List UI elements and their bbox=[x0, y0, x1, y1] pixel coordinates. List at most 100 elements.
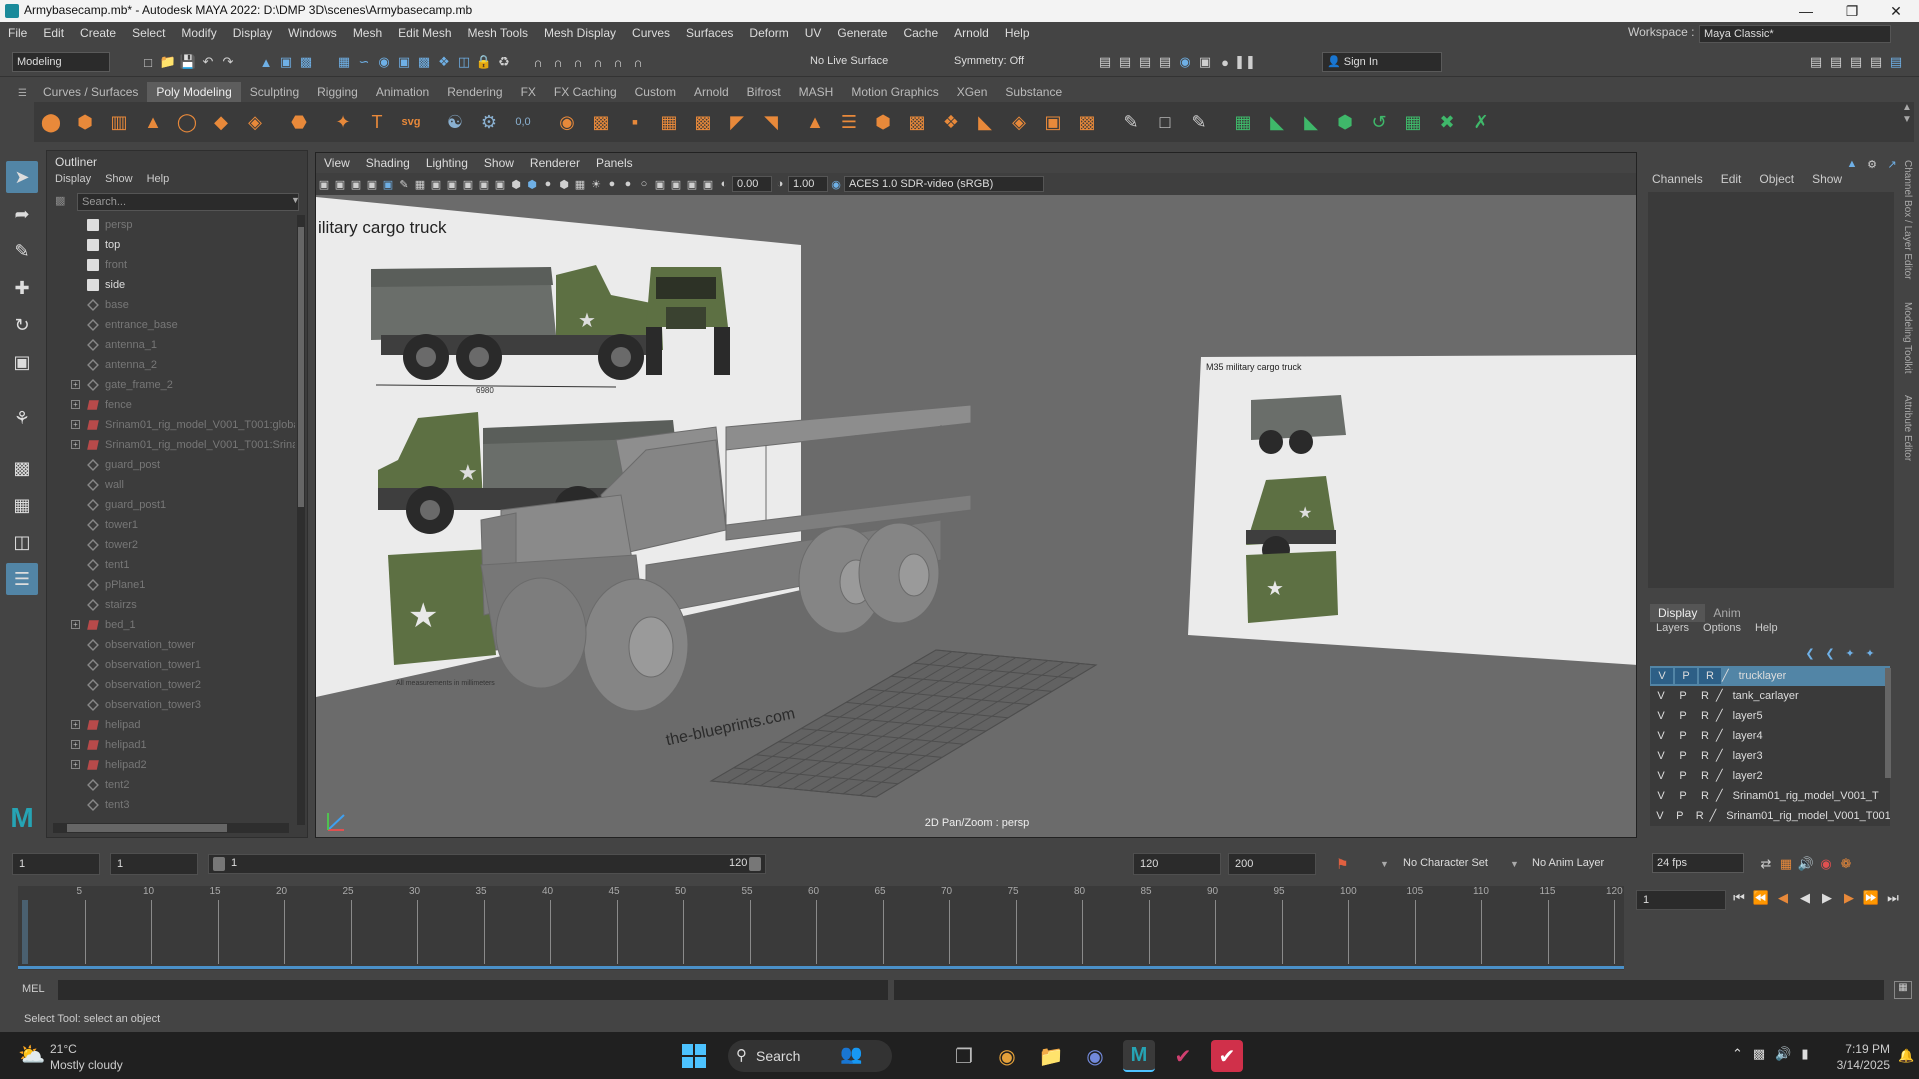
layer-color-icon[interactable]: ╱ bbox=[1716, 726, 1723, 746]
menu-edit[interactable]: Edit bbox=[35, 22, 72, 44]
outliner-item[interactable]: + gate_frame_2 bbox=[47, 375, 295, 395]
task-view-icon[interactable]: ❐ bbox=[948, 1040, 980, 1072]
step-forward-key-icon[interactable]: ⏩ bbox=[1860, 890, 1882, 906]
lock-icon[interactable]: 🔒 bbox=[474, 52, 494, 72]
expand-icon[interactable]: + bbox=[71, 740, 80, 749]
uv-layout-icon[interactable]: ▦ bbox=[1399, 108, 1427, 136]
two-view-icon[interactable]: ◫ bbox=[6, 526, 38, 558]
notifications-icon[interactable]: 🔔 bbox=[1898, 1048, 1914, 1064]
outliner-item[interactable]: side bbox=[47, 275, 295, 295]
end-time-field[interactable]: 200 bbox=[1228, 853, 1316, 875]
viewport-menu-view[interactable]: View bbox=[316, 153, 358, 173]
select-component-icon[interactable]: ▩ bbox=[296, 52, 316, 72]
menu-windows[interactable]: Windows bbox=[280, 22, 345, 44]
layer-toggle-r[interactable]: R bbox=[1694, 786, 1716, 806]
wireframe-icon[interactable]: ⬢ bbox=[508, 174, 524, 194]
go-start-icon[interactable]: ⏮ bbox=[1728, 890, 1750, 906]
platonic-icon[interactable]: ⬣ bbox=[285, 108, 313, 136]
outliner-item[interactable]: persp bbox=[47, 215, 295, 235]
channel-box-icon[interactable]: ▤ bbox=[1866, 52, 1886, 72]
sound-icon[interactable]: 🔊 bbox=[1796, 854, 1816, 874]
range-slider-bar[interactable]: 1 120 bbox=[208, 854, 766, 874]
time-slider[interactable]: 1 51015202530354045505560657075808590951… bbox=[18, 886, 1624, 970]
shelf-tab-sculpting[interactable]: Sculpting bbox=[241, 82, 308, 102]
uv-planar-icon[interactable]: ▦ bbox=[1229, 108, 1257, 136]
camera-select-icon[interactable]: ▣ bbox=[316, 174, 332, 194]
current-frame-indicator[interactable] bbox=[22, 900, 28, 964]
outliner-item[interactable]: entrance_base bbox=[47, 315, 295, 335]
layer-toggle-p[interactable]: P bbox=[1672, 746, 1694, 766]
clock-time[interactable]: 7:19 PM bbox=[1830, 1042, 1890, 1056]
menu-mesh[interactable]: Mesh bbox=[345, 22, 390, 44]
combine-icon[interactable]: ◉ bbox=[553, 108, 581, 136]
color-mgmt-icon[interactable]: ◉ bbox=[828, 174, 844, 194]
script-editor-icon[interactable]: ▦ bbox=[1894, 981, 1912, 999]
bridge-icon[interactable]: ☰ bbox=[835, 108, 863, 136]
poly-cone-icon[interactable]: ▲ bbox=[139, 108, 167, 136]
side-tab-channel-box-layer-editor[interactable]: Channel Box / Layer Editor bbox=[1902, 160, 1913, 280]
render-frame-icon[interactable]: ▤ bbox=[1095, 52, 1115, 72]
separate-icon[interactable]: ▩ bbox=[587, 108, 615, 136]
four-view-icon[interactable]: ▦ bbox=[6, 489, 38, 521]
shelf-tab-substance[interactable]: Substance bbox=[996, 82, 1071, 102]
layer-color-icon[interactable]: ╱ bbox=[1716, 786, 1723, 806]
modeling-toolkit-icon[interactable]: ▤ bbox=[1806, 52, 1826, 72]
layer-menu-help[interactable]: Help bbox=[1755, 622, 1778, 634]
outliner-menu-display[interactable]: Display bbox=[55, 173, 91, 185]
chrome-icon[interactable]: ◉ bbox=[991, 1040, 1023, 1072]
blueprint-plane-side[interactable]: M35 military cargo truck ★ ★ bbox=[1188, 355, 1637, 665]
viewport-menu-show[interactable]: Show bbox=[476, 153, 522, 173]
layer-toggle-r[interactable]: R bbox=[1699, 668, 1721, 684]
outliner-view-icon[interactable]: ☰ bbox=[6, 563, 38, 595]
backface-icon[interactable]: ▣ bbox=[700, 174, 716, 194]
isolate-icon[interactable]: ▣ bbox=[652, 174, 668, 194]
search-dropdown-icon[interactable]: ▼ bbox=[291, 195, 300, 205]
shelf-tab-animation[interactable]: Animation bbox=[367, 82, 438, 102]
viewport-menu-panels[interactable]: Panels bbox=[588, 153, 641, 173]
shelf-menu-icon[interactable]: ☰ bbox=[18, 88, 27, 99]
uv-delete-icon[interactable]: ✗ bbox=[1467, 108, 1495, 136]
layer-toggle-p[interactable]: P bbox=[1675, 668, 1697, 684]
character-set-dropdown-icon[interactable]: ▼ bbox=[1380, 859, 1389, 869]
viewport-menu-shading[interactable]: Shading bbox=[358, 153, 418, 173]
layer-toggle-v[interactable]: V bbox=[1650, 706, 1672, 726]
open-scene-icon[interactable]: 📁 bbox=[158, 52, 178, 72]
attribute-editor-icon[interactable]: ▤ bbox=[1826, 52, 1846, 72]
record-icon[interactable]: ◉ bbox=[1816, 854, 1836, 874]
shelf-tab-mash[interactable]: MASH bbox=[790, 82, 843, 102]
layer-toggle-r[interactable]: R bbox=[1694, 766, 1716, 786]
layer-toggle-p[interactable]: P bbox=[1672, 766, 1694, 786]
menu-create[interactable]: Create bbox=[72, 22, 124, 44]
menu-display[interactable]: Display bbox=[225, 22, 280, 44]
layer-toggle-r[interactable]: R bbox=[1694, 686, 1716, 706]
menu-uv[interactable]: UV bbox=[797, 22, 830, 44]
menu-edit-mesh[interactable]: Edit Mesh bbox=[390, 22, 459, 44]
poly-plane-icon[interactable]: ◆ bbox=[207, 108, 235, 136]
render-settings-icon[interactable]: ▤ bbox=[1155, 52, 1175, 72]
outliner-scrollbar[interactable] bbox=[297, 215, 305, 825]
uv-auto-icon[interactable]: ◣ bbox=[1263, 108, 1291, 136]
snap-live-icon[interactable]: ❖ bbox=[434, 52, 454, 72]
layer-tab-display[interactable]: Display bbox=[1650, 604, 1706, 622]
poly-sphere-icon[interactable]: ⬤ bbox=[37, 108, 65, 136]
svg-icon[interactable]: svg bbox=[397, 108, 425, 136]
expand-icon[interactable]: + bbox=[71, 620, 80, 629]
side-tab-attribute-editor[interactable]: Attribute Editor bbox=[1902, 395, 1913, 461]
layer-row[interactable]: V P R ╱ layer3 bbox=[1650, 746, 1890, 766]
mel-label[interactable]: MEL bbox=[22, 983, 45, 995]
channel-box-menu-edit[interactable]: Edit bbox=[1721, 172, 1742, 186]
clock-date[interactable]: 3/14/2025 bbox=[1830, 1058, 1890, 1072]
outliner-item[interactable]: + fence bbox=[47, 395, 295, 415]
close-icon[interactable]: ✕ bbox=[1873, 0, 1919, 22]
uv-unfold-icon[interactable]: ✖ bbox=[1433, 108, 1461, 136]
layer-color-icon[interactable]: ╱ bbox=[1716, 746, 1723, 766]
maya-taskbar-icon[interactable]: M bbox=[1123, 1040, 1155, 1072]
expand-icon[interactable]: + bbox=[71, 760, 80, 769]
outliner-item[interactable]: + helipad2 bbox=[47, 755, 295, 775]
select-tool-icon[interactable]: ➤ bbox=[6, 161, 38, 193]
pause-icon[interactable]: ❚❚ bbox=[1234, 52, 1256, 72]
outliner-item[interactable]: + helipad bbox=[47, 715, 295, 735]
outliner-item[interactable]: antenna_1 bbox=[47, 335, 295, 355]
sign-in-button[interactable]: 👤 Sign In bbox=[1322, 52, 1442, 72]
ipr-icon[interactable]: ▤ bbox=[1135, 52, 1155, 72]
